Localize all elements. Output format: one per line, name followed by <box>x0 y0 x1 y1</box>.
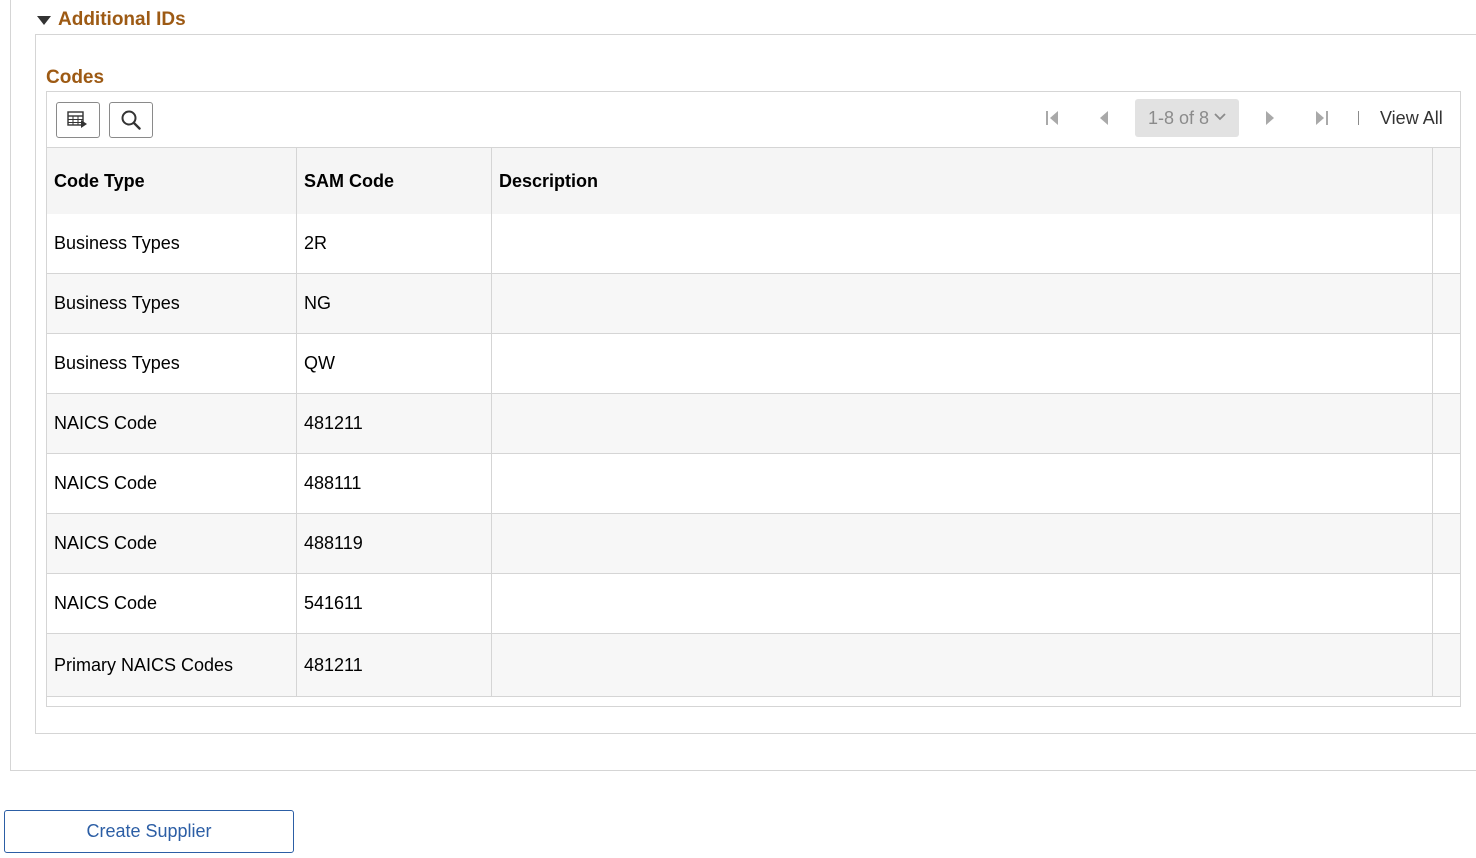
cell-description <box>491 273 1433 334</box>
cell-code-type: NAICS Code <box>46 513 297 574</box>
cell-description <box>491 513 1433 574</box>
column-header-code-type: Code Type <box>46 147 297 214</box>
codes-table: Code Type SAM Code Description Business … <box>46 147 1461 697</box>
cell-sam-code: 481211 <box>296 633 492 697</box>
table-row: NAICS Code 488111 <box>46 453 1461 514</box>
cell-code-type: Business Types <box>46 214 297 274</box>
grid-title: Codes <box>46 67 105 88</box>
cell-description <box>491 633 1433 697</box>
cell-spacer <box>1432 273 1461 334</box>
next-page-icon <box>1266 111 1274 125</box>
table-row: NAICS Code 488119 <box>46 513 1461 574</box>
view-all-link[interactable]: View All <box>1380 108 1443 129</box>
column-header-spacer <box>1432 147 1461 214</box>
cell-spacer <box>1432 513 1461 574</box>
cell-spacer <box>1432 333 1461 394</box>
cell-spacer <box>1432 573 1461 634</box>
cell-spacer <box>1432 633 1461 697</box>
additional-ids-toggle[interactable]: Additional IDs <box>37 8 186 32</box>
cell-spacer <box>1432 393 1461 454</box>
cell-code-type: NAICS Code <box>46 573 297 634</box>
section-title: Additional IDs <box>58 9 186 30</box>
cell-code-type: Business Types <box>46 273 297 334</box>
cell-sam-code: 541611 <box>296 573 492 634</box>
table-header-row: Code Type SAM Code Description <box>46 147 1461 214</box>
next-page-button[interactable] <box>1264 108 1276 128</box>
page-range-label: 1-8 of 8 <box>1148 107 1210 128</box>
cell-spacer <box>1432 453 1461 514</box>
search-grid-button[interactable] <box>109 102 153 138</box>
cell-sam-code: 481211 <box>296 393 492 454</box>
previous-page-button[interactable] <box>1098 108 1110 128</box>
table-row: NAICS Code 481211 <box>46 393 1461 454</box>
personalize-grid-icon <box>67 111 87 128</box>
cell-sam-code: 488119 <box>296 513 492 574</box>
previous-page-icon <box>1100 111 1108 125</box>
cell-description <box>491 333 1433 394</box>
cell-sam-code: QW <box>296 333 492 394</box>
cell-code-type: NAICS Code <box>46 393 297 454</box>
table-row: Business Types QW <box>46 333 1461 394</box>
column-header-description: Description <box>491 147 1433 214</box>
cell-code-type: NAICS Code <box>46 453 297 514</box>
pagination-divider <box>1358 111 1359 125</box>
table-row: Business Types 2R <box>46 214 1461 274</box>
chevron-down-icon <box>1214 113 1226 121</box>
create-supplier-button[interactable]: Create Supplier <box>4 810 294 853</box>
cell-description <box>491 214 1433 274</box>
page-range-select[interactable]: 1-8 of 8 <box>1135 99 1239 137</box>
cell-sam-code: 2R <box>296 214 492 274</box>
collapse-triangle-icon <box>37 15 51 25</box>
cell-description <box>491 393 1433 454</box>
first-page-button[interactable] <box>1045 108 1061 128</box>
cell-spacer <box>1432 214 1461 274</box>
search-icon <box>121 110 141 130</box>
personalize-grid-button[interactable] <box>56 102 100 138</box>
cell-code-type: Business Types <box>46 333 297 394</box>
cell-sam-code: 488111 <box>296 453 492 514</box>
column-header-sam-code: SAM Code <box>296 147 492 214</box>
cell-sam-code: NG <box>296 273 492 334</box>
last-page-icon <box>1316 111 1328 125</box>
cell-description <box>491 453 1433 514</box>
cell-code-type: Primary NAICS Codes <box>46 633 297 697</box>
cell-description <box>491 573 1433 634</box>
table-row: Business Types NG <box>46 273 1461 334</box>
last-page-button[interactable] <box>1313 108 1329 128</box>
table-row: NAICS Code 541611 <box>46 573 1461 634</box>
first-page-icon <box>1046 111 1058 125</box>
table-row: Primary NAICS Codes 481211 <box>46 633 1461 697</box>
